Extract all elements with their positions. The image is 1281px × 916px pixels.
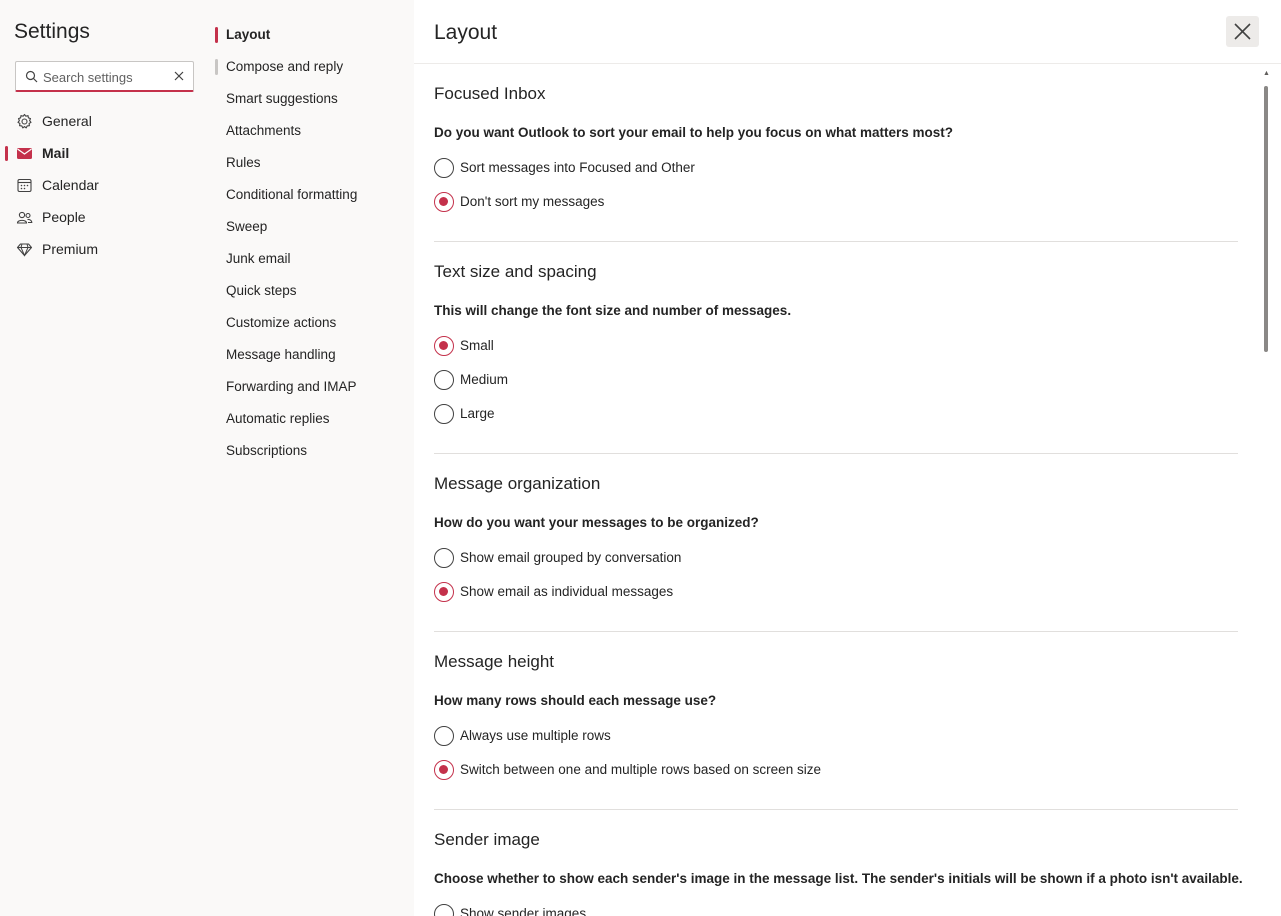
selected-indicator xyxy=(215,27,218,43)
subcategory-label: Smart suggestions xyxy=(226,91,338,106)
section-title: Focused Inbox xyxy=(434,84,546,103)
section-divider xyxy=(434,453,1238,454)
page-title: Layout xyxy=(434,21,498,44)
subcategory-label: Conditional formatting xyxy=(226,187,358,202)
calendar-icon xyxy=(17,178,32,193)
subcategory-label: Subscriptions xyxy=(226,443,308,458)
vertical-scrollbar[interactable]: ▲ xyxy=(1262,64,1270,916)
subcategory-label: Customize actions xyxy=(226,315,337,330)
subcategory-layout[interactable]: Layout xyxy=(214,21,414,49)
radio-circle xyxy=(434,582,454,602)
subcategory-label: Message handling xyxy=(226,347,336,362)
radio-circle xyxy=(434,404,454,424)
subcategory-label: Junk email xyxy=(226,251,291,266)
section-question: Do you want Outlook to sort your email t… xyxy=(434,125,954,140)
layout-settings-panel: Layout Focused Inbox Do you want Outlook… xyxy=(414,0,1281,916)
close-icon xyxy=(1234,23,1251,40)
people-icon xyxy=(16,211,33,224)
section-title: Sender image xyxy=(434,830,540,849)
section-title: Message organization xyxy=(434,474,601,493)
category-general[interactable]: General xyxy=(0,106,214,136)
subcategory-sweep[interactable]: Sweep xyxy=(214,213,414,241)
subcategory-smart-suggestions[interactable]: Smart suggestions xyxy=(214,85,414,113)
radio-circle xyxy=(434,158,454,178)
radio-circle xyxy=(434,192,454,212)
radio-label: Don't sort my messages xyxy=(460,194,605,209)
subcategory-message-handling[interactable]: Message handling xyxy=(214,341,414,369)
close-button[interactable] xyxy=(1226,16,1259,47)
section-title: Text size and spacing xyxy=(434,262,597,281)
mail-icon xyxy=(17,148,32,159)
section-divider xyxy=(434,241,1238,242)
subcategory-label: Quick steps xyxy=(226,283,297,298)
subcategory-label: Automatic replies xyxy=(226,411,330,426)
subcategory-label: Layout xyxy=(226,27,271,42)
subcategory-label: Forwarding and IMAP xyxy=(226,379,357,394)
section-question: How do you want your messages to be orga… xyxy=(434,515,759,530)
subcategory-rules[interactable]: Rules xyxy=(214,149,414,177)
header-divider xyxy=(414,63,1281,64)
subcategory-label: Rules xyxy=(226,155,261,170)
radio-circle xyxy=(434,548,454,568)
radio-circle xyxy=(434,760,454,780)
subcategory-automatic-replies[interactable]: Automatic replies xyxy=(214,405,414,433)
radio-circle xyxy=(434,904,454,916)
subcategory-label: Attachments xyxy=(226,123,302,138)
radio-label: Always use multiple rows xyxy=(460,728,611,743)
hover-indicator xyxy=(215,59,218,75)
section-question: How many rows should each message use? xyxy=(434,693,717,708)
search-settings-box[interactable] xyxy=(15,61,194,92)
settings-title: Settings xyxy=(14,20,90,43)
section-title: Message height xyxy=(434,652,555,671)
category-premium[interactable]: Premium xyxy=(0,234,214,264)
radio-circle xyxy=(434,370,454,390)
radio-circle xyxy=(434,726,454,746)
search-settings-input[interactable] xyxy=(43,66,168,88)
category-label: People xyxy=(42,209,86,225)
radio-label: Switch between one and multiple rows bas… xyxy=(460,762,821,777)
radio-label: Sort messages into Focused and Other xyxy=(460,160,695,175)
radio-label: Small xyxy=(460,338,494,353)
section-question: This will change the font size and numbe… xyxy=(434,303,792,318)
scrollbar-thumb[interactable] xyxy=(1264,86,1268,352)
category-label: General xyxy=(42,113,92,129)
radio-label: Show email as individual messages xyxy=(460,584,674,599)
radio-label: Show email grouped by conversation xyxy=(460,550,682,565)
subcategory-attachments[interactable]: Attachments xyxy=(214,117,414,145)
radio-circle xyxy=(434,336,454,356)
section-divider xyxy=(434,809,1238,810)
subcategory-conditional-formatting[interactable]: Conditional formatting xyxy=(214,181,414,209)
subcategory-forwarding-and-imap[interactable]: Forwarding and IMAP xyxy=(214,373,414,401)
scroll-up-arrow-icon[interactable]: ▲ xyxy=(1263,70,1270,77)
subcategory-junk-email[interactable]: Junk email xyxy=(214,245,414,273)
subcategory-label: Compose and reply xyxy=(226,59,344,74)
diamond-icon xyxy=(16,243,33,257)
subcategory-label: Sweep xyxy=(226,219,268,234)
settings-category-nav: Settings General Mail xyxy=(0,0,214,916)
section-divider xyxy=(434,631,1238,632)
radio-label: Medium xyxy=(460,372,509,387)
section-question: Choose whether to show each sender's ima… xyxy=(434,871,1243,886)
category-people[interactable]: People xyxy=(0,202,214,232)
subcategory-customize-actions[interactable]: Customize actions xyxy=(214,309,414,337)
category-label: Calendar xyxy=(42,177,99,193)
radio-label: Show sender images xyxy=(460,906,587,916)
radio-label: Large xyxy=(460,406,495,421)
category-mail[interactable]: Mail xyxy=(0,138,214,168)
category-calendar[interactable]: Calendar xyxy=(0,170,214,200)
gear-icon xyxy=(17,113,32,129)
subcategory-subscriptions[interactable]: Subscriptions xyxy=(214,437,414,465)
subcategory-quick-steps[interactable]: Quick steps xyxy=(214,277,414,305)
subcategory-compose-and-reply[interactable]: Compose and reply xyxy=(214,53,414,81)
category-label: Mail xyxy=(42,145,70,161)
selected-indicator xyxy=(5,146,8,161)
category-label: Premium xyxy=(42,241,99,257)
clear-search-icon[interactable] xyxy=(172,69,186,83)
search-icon xyxy=(25,70,38,83)
mail-subcategory-nav: Layout Compose and reply Smart suggestio… xyxy=(214,0,414,916)
